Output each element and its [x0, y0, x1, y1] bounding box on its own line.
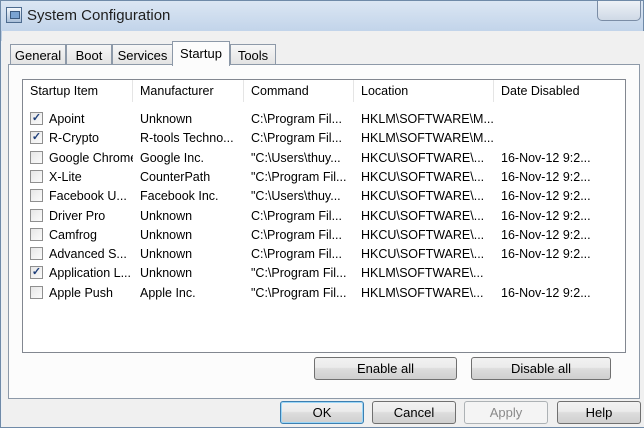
cell-date-disabled: 16-Nov-12 9:2...: [501, 208, 591, 223]
table-row[interactable]: ✓ R-Crypto R-tools Techno... C:\Program Fil…: [23, 129, 625, 148]
cell-date-disabled: 16-Nov-12 9:2...: [501, 227, 591, 242]
column-header-manufacturer[interactable]: Manufacturer: [133, 80, 244, 102]
checkmark-icon: ✓: [31, 266, 42, 279]
table-row[interactable]: ✓ Application L... Unknown "C:\Program Fil.…: [23, 264, 625, 283]
cell-command: "C:\Program Fil...: [251, 266, 347, 281]
startup-items-list[interactable]: Startup Item Manufacturer Command Locati…: [22, 79, 626, 353]
startup-tab-panel: Startup Item Manufacturer Command Locati…: [8, 64, 640, 399]
startup-item-checkbox[interactable]: ✓: [30, 266, 43, 280]
system-configuration-window: System Configuration General Boot Servic…: [0, 0, 644, 428]
cell-startup-item: R-Crypto: [49, 131, 100, 146]
column-header-command[interactable]: Command: [244, 80, 354, 102]
cell-date-disabled: 16-Nov-12 9:2...: [501, 247, 591, 262]
cell-command: "C:\Program Fil...: [251, 285, 347, 300]
table-row[interactable]: Advanced S... Unknown C:\Program Fil... HKC…: [23, 245, 625, 264]
cell-command: C:\Program Fil...: [251, 112, 342, 126]
startup-item-checkbox[interactable]: [30, 247, 43, 261]
startup-item-checkbox[interactable]: [30, 208, 43, 222]
startup-item-checkbox[interactable]: [30, 150, 43, 164]
cell-location: HKLM\SOFTWARE\...: [361, 285, 484, 300]
startup-item-checkbox[interactable]: [30, 227, 43, 241]
cell-command: "C:\Users\thuy...: [251, 189, 341, 204]
cell-manufacturer: Unknown: [140, 227, 193, 242]
startup-item-checkbox[interactable]: ✓: [30, 112, 43, 125]
cell-date-disabled: 16-Nov-12 9:2...: [501, 285, 591, 300]
table-row[interactable]: Driver Pro Unknown C:\Program Fil... HKCU\S…: [23, 207, 625, 226]
tab-services[interactable]: Services: [112, 44, 173, 64]
checkmark-icon: ✓: [31, 112, 42, 124]
cell-manufacturer: Facebook Inc.: [140, 189, 219, 204]
cell-location: HKCU\SOFTWARE\...: [361, 227, 485, 242]
cell-startup-item: Apoint: [49, 112, 85, 126]
startup-item-checkbox[interactable]: ✓: [30, 131, 43, 145]
cell-manufacturer: Google Inc.: [140, 150, 204, 165]
table-row[interactable]: Camfrog Unknown C:\Program Fil... HKCU\SOFT…: [23, 226, 625, 245]
tab-tools[interactable]: Tools: [230, 44, 276, 64]
cell-manufacturer: Unknown: [140, 208, 193, 223]
cell-location: HKCU\SOFTWARE\...: [361, 169, 485, 184]
cancel-button[interactable]: Cancel: [372, 401, 456, 424]
cell-command: C:\Program Fil...: [251, 208, 342, 223]
window-title: System Configuration: [27, 7, 171, 24]
enable-all-button[interactable]: Enable all: [314, 357, 457, 380]
cell-location: HKCU\SOFTWARE\...: [361, 247, 485, 262]
cell-command: C:\Program Fil...: [251, 247, 342, 262]
cell-startup-item: Google Chrome: [49, 150, 133, 165]
list-header: Startup Item Manufacturer Command Locati…: [23, 80, 625, 102]
ok-button[interactable]: OK: [280, 401, 364, 424]
cell-date-disabled: 16-Nov-12 9:2...: [501, 189, 591, 204]
disable-all-button[interactable]: Disable all: [471, 357, 611, 380]
cell-startup-item: Application L...: [49, 266, 131, 281]
table-row[interactable]: ✓ Apoint Unknown C:\Program Fil... HKLM\SOFT…: [23, 110, 625, 129]
app-icon: [6, 7, 22, 23]
cell-startup-item: Advanced S...: [49, 247, 127, 262]
cell-startup-item: X-Lite: [49, 169, 82, 184]
cell-location: HKCU\SOFTWARE\...: [361, 189, 485, 204]
cell-startup-item: Camfrog: [49, 227, 97, 242]
cell-location: HKLM\SOFTWARE\M...: [361, 112, 494, 126]
cell-command: "C:\Program Fil...: [251, 169, 347, 184]
cell-manufacturer: Unknown: [140, 266, 193, 281]
cell-startup-item: Apple Push: [49, 285, 113, 300]
close-button[interactable]: [597, 1, 641, 21]
table-row[interactable]: Facebook U... Facebook Inc. "C:\Users\thuy…: [23, 187, 625, 206]
cell-manufacturer: Apple Inc.: [140, 285, 196, 300]
cell-command: C:\Program Fil...: [251, 131, 342, 146]
column-header-startup-item[interactable]: Startup Item: [23, 80, 133, 102]
startup-item-checkbox[interactable]: [30, 189, 43, 203]
cell-startup-item: Driver Pro: [49, 208, 106, 223]
tab-boot[interactable]: Boot: [66, 44, 112, 64]
cell-location: HKLM\SOFTWARE\M...: [361, 131, 494, 146]
cell-location: HKCU\SOFTWARE\...: [361, 150, 485, 165]
cell-manufacturer: Unknown: [140, 112, 193, 126]
column-header-location[interactable]: Location: [354, 80, 494, 102]
tab-general[interactable]: General: [10, 44, 66, 64]
cell-location: HKLM\SOFTWARE\...: [361, 266, 484, 281]
startup-item-checkbox[interactable]: [30, 169, 43, 183]
cell-date-disabled: 16-Nov-12 9:2...: [501, 169, 591, 184]
cell-manufacturer: R-tools Techno...: [140, 131, 234, 146]
cell-startup-item: Facebook U...: [49, 189, 127, 204]
cell-manufacturer: Unknown: [140, 247, 193, 262]
cell-command: C:\Program Fil...: [251, 227, 342, 242]
column-header-date-disabled[interactable]: Date Disabled: [494, 80, 625, 102]
startup-item-checkbox[interactable]: [30, 285, 43, 299]
cell-command: "C:\Users\thuy...: [251, 150, 341, 165]
cell-location: HKCU\SOFTWARE\...: [361, 208, 485, 223]
table-row[interactable]: Google Chrome Google Inc. "C:\Users\thuy..…: [23, 149, 625, 168]
checkmark-icon: ✓: [31, 131, 42, 144]
dialog-client-area: General Boot Services Startup Tools Star…: [2, 31, 644, 427]
cell-date-disabled: 16-Nov-12 9:2...: [501, 150, 591, 165]
cell-manufacturer: CounterPath: [140, 169, 211, 184]
table-row[interactable]: X-Lite CounterPath "C:\Program Fil... HKCU\…: [23, 168, 625, 187]
apply-button[interactable]: Apply: [464, 401, 548, 424]
table-row[interactable]: Apple Push Apple Inc. "C:\Program Fil... HK…: [23, 284, 625, 303]
help-button[interactable]: Help: [557, 401, 641, 424]
tab-startup[interactable]: Startup: [172, 41, 230, 66]
title-bar[interactable]: System Configuration: [1, 1, 643, 31]
